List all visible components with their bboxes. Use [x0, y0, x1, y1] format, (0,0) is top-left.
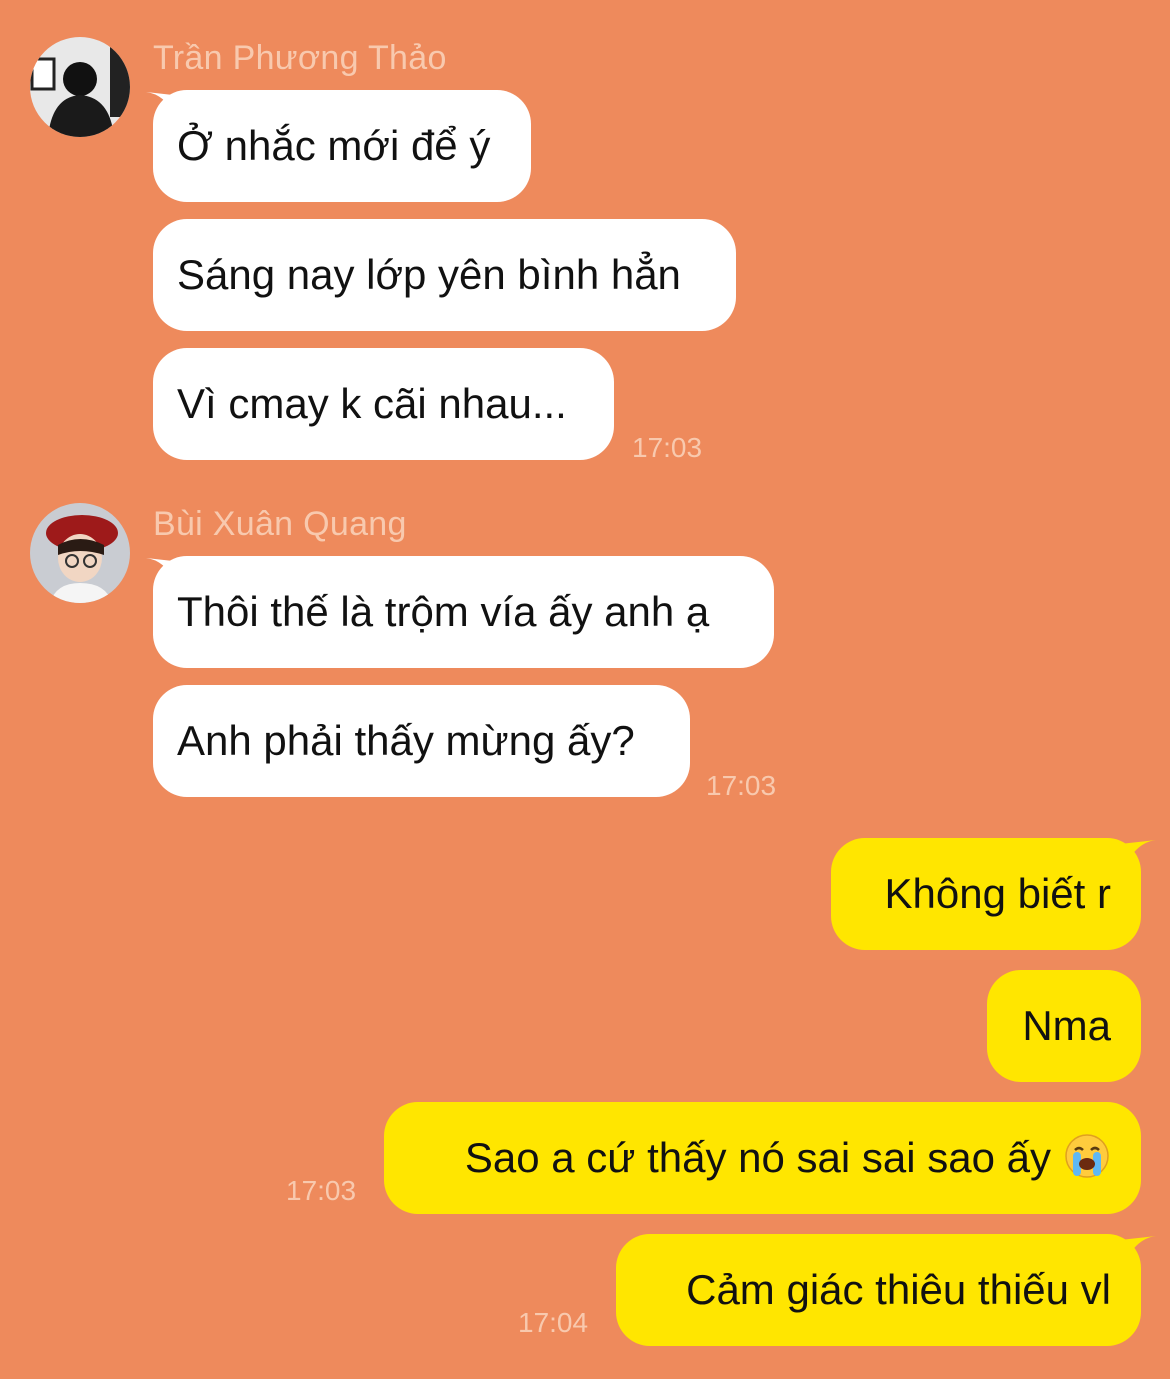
sender-name: Bùi Xuân Quang — [153, 505, 407, 543]
avatar-bui-xuan-quang[interactable] — [30, 503, 130, 603]
message-bubble[interactable]: Sáng nay lớp yên bình hẳn — [153, 219, 736, 331]
message-bubble[interactable]: Vì cmay k cãi nhau... — [153, 348, 614, 460]
message-text: Sao a cứ thấy nó sai sai sao ấy — [464, 1134, 1051, 1181]
timestamp: 17:03 — [706, 770, 777, 801]
avatar-photo-icon — [30, 37, 130, 137]
avatar-photo-icon — [30, 503, 130, 603]
message-bubble[interactable]: Cảm giác thiêu thiếu vl — [616, 1234, 1141, 1346]
message-bubble[interactable]: Nma — [987, 970, 1141, 1082]
message-bubble[interactable]: Không biết r — [831, 838, 1141, 950]
message-bubble[interactable]: Ở nhắc mới để ý — [153, 90, 531, 202]
message-bubble[interactable]: Anh phải thấy mừng ấy? — [153, 685, 690, 797]
sender-name: Trần Phương Thảo — [153, 39, 447, 77]
timestamp: 17:04 — [518, 1307, 589, 1338]
loudly-crying-face-icon — [1065, 1134, 1109, 1178]
message-bubble[interactable]: Sao a cứ thấy nó sai sai sao ấy — [384, 1102, 1141, 1214]
message-bubble[interactable]: Thôi thế là trộm vía ấy anh ạ — [153, 556, 774, 668]
avatar-tran-phuong-thao[interactable] — [30, 37, 130, 137]
timestamp: 17:03 — [632, 432, 703, 463]
chat-thread: Trần Phương Thảo Ở nhắc mới để ý Sáng na… — [0, 0, 1170, 1379]
timestamp: 17:03 — [286, 1175, 357, 1206]
